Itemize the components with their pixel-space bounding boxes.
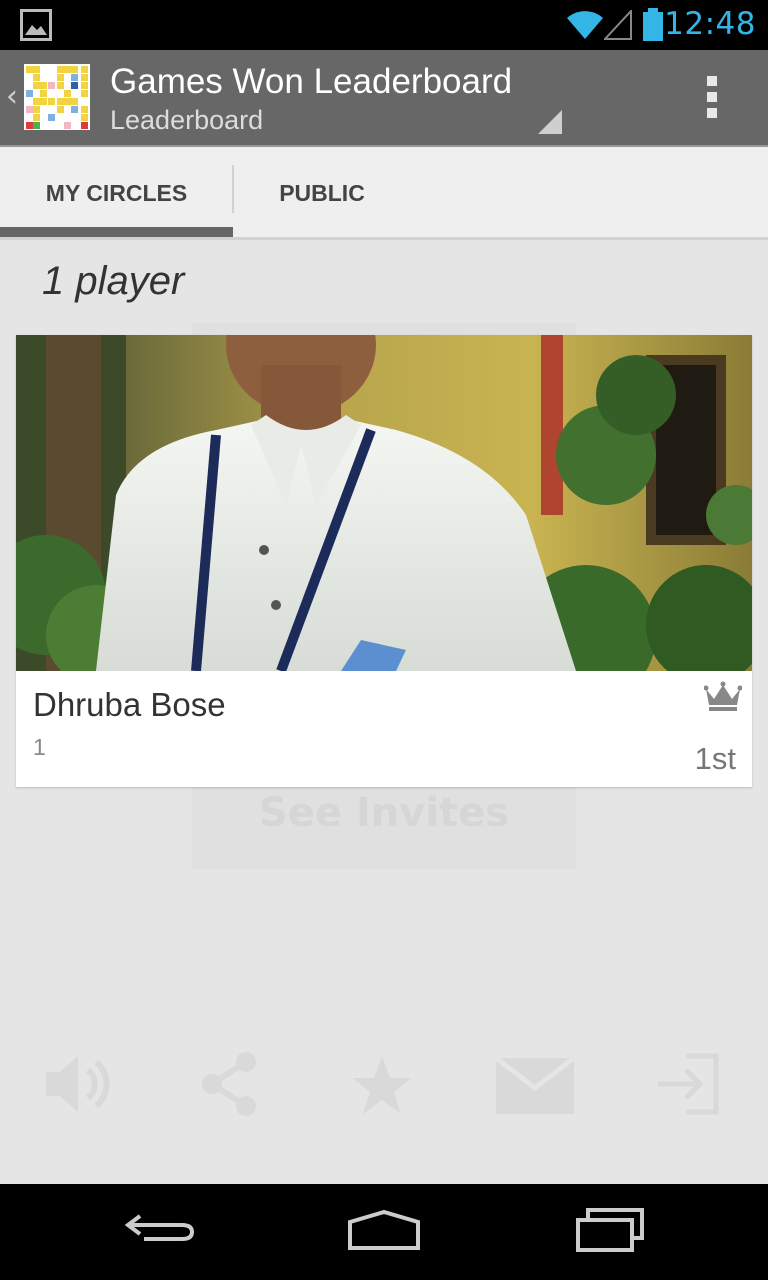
star-icon — [352, 1056, 412, 1114]
sign-in-icon — [658, 1053, 719, 1115]
tab-my-circles[interactable]: MY CIRCLES — [0, 147, 233, 239]
volume-icon — [46, 1056, 110, 1112]
app-logo-icon[interactable] — [24, 64, 90, 130]
up-caret-icon[interactable]: ‹ — [6, 80, 18, 114]
player-count: 1 player — [42, 259, 185, 303]
share-icon — [202, 1052, 256, 1116]
tab-public[interactable]: PUBLIC — [233, 147, 411, 239]
status-bar: 12:48 — [0, 0, 768, 50]
recent-apps-icon[interactable] — [574, 1208, 646, 1254]
player-name: Dhruba Bose — [33, 686, 226, 723]
mail-icon — [496, 1056, 574, 1114]
tab-bar: MY CIRCLES PUBLIC — [0, 147, 768, 239]
tab-bar-divider — [0, 237, 768, 240]
player-rank: 1st — [694, 741, 736, 776]
player-score: 1 — [33, 734, 46, 760]
overflow-menu-icon[interactable] — [700, 76, 724, 120]
wifi-icon — [567, 11, 603, 39]
tab-selected-indicator — [0, 227, 233, 237]
player-card[interactable]: Dhruba Bose 1 1st — [16, 335, 752, 787]
picture-icon — [20, 9, 52, 41]
background-toolbar — [0, 1052, 768, 1124]
battery-icon — [643, 8, 663, 41]
crown-icon — [704, 681, 742, 711]
navigation-bar — [0, 1184, 768, 1280]
page-title: Games Won Leaderboard — [110, 62, 513, 101]
action-bar: ‹ Games Won Leaderboard Leaderboard — [0, 50, 768, 145]
player-photo — [16, 335, 752, 671]
page-subtitle[interactable]: Leaderboard — [110, 104, 263, 136]
see-invites-button: See Invites — [258, 790, 510, 836]
back-icon[interactable] — [124, 1208, 196, 1248]
signal-icon — [604, 10, 632, 40]
dropdown-triangle-icon[interactable] — [538, 110, 562, 134]
clock: 12:48 — [664, 6, 756, 42]
home-icon[interactable] — [346, 1208, 422, 1252]
